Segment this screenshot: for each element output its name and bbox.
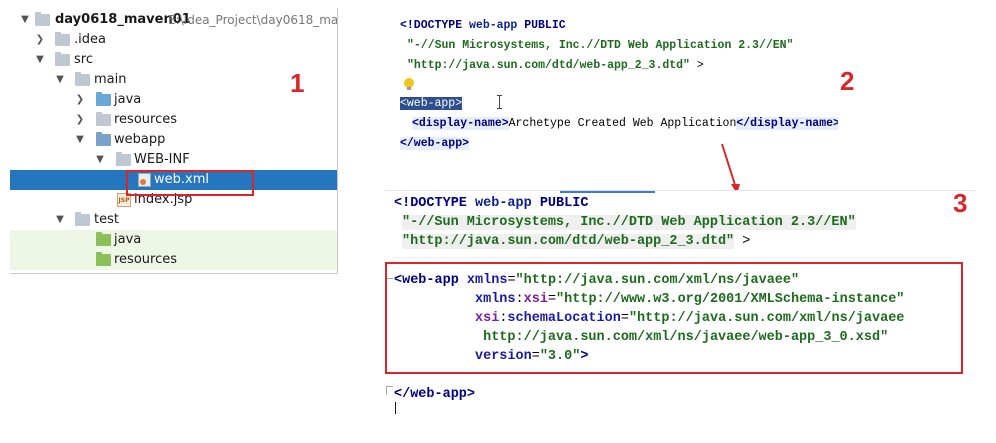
- tree-label: resources: [114, 252, 178, 267]
- chevron-down-icon[interactable]: ▼: [35, 50, 45, 70]
- chevron-right-icon[interactable]: ❯: [75, 90, 85, 110]
- tree-row-webapp[interactable]: ▼ webapp: [10, 130, 337, 150]
- tree-row-main[interactable]: ▼ main: [10, 70, 337, 90]
- step-number-3: 3: [953, 188, 968, 218]
- chevron-down-icon[interactable]: ▼: [55, 210, 65, 230]
- tree-row-web-inf[interactable]: ▼ WEB-INF: [10, 150, 337, 170]
- tab-indicator: [560, 191, 655, 193]
- step-number-1: 1: [290, 68, 305, 98]
- tree-row-java[interactable]: ❯ java: [10, 90, 337, 110]
- text-cursor-icon: [497, 95, 502, 109]
- code-line: "-//Sun Microsystems, Inc.//DTD Web Appl…: [402, 215, 856, 230]
- code-line: "http://java.sun.com/dtd/web-app_2_3.dtd…: [402, 234, 751, 249]
- code-line: "http://java.sun.com/dtd/web-app_2_3.dtd…: [407, 59, 704, 72]
- editor-before[interactable]: <!DOCTYPE web-app PUBLIC "-//Sun Microsy…: [387, 8, 838, 166]
- tree-label: main: [94, 72, 127, 87]
- chevron-down-icon[interactable]: ▼: [95, 150, 105, 170]
- project-tree: ▼ day0618_maven01 E:\Idea_Project\day061…: [10, 8, 338, 274]
- code-line: <!DOCTYPE web-app PUBLIC: [400, 19, 566, 32]
- tree-label: src: [74, 52, 93, 67]
- resources-folder-icon: [96, 112, 111, 126]
- web-folder-icon: [96, 132, 111, 146]
- step-number-2: 2: [840, 66, 855, 96]
- test-resources-folder-icon: [96, 252, 111, 266]
- lightbulb-icon[interactable]: [404, 78, 414, 90]
- tree-label: .idea: [74, 32, 106, 47]
- tree-label: test: [94, 212, 119, 227]
- code-line: </web-app>: [394, 387, 476, 402]
- chevron-right-icon[interactable]: ❯: [35, 30, 45, 50]
- chevron-down-icon[interactable]: ▼: [75, 130, 85, 150]
- tree-row-src[interactable]: ▼ src: [10, 50, 337, 70]
- tree-label: resources: [114, 112, 178, 127]
- tree-row-test-resources[interactable]: resources: [10, 250, 337, 270]
- arrow-icon: [721, 143, 740, 194]
- folder-icon: [116, 152, 131, 166]
- folder-icon: [55, 52, 70, 66]
- tree-row-test[interactable]: ▼ test: [10, 210, 337, 230]
- tree-row-test-java[interactable]: java: [10, 230, 337, 250]
- module-folder-icon: [35, 12, 50, 26]
- tree-row-resources[interactable]: ❯ resources: [10, 110, 337, 130]
- code-line: </web-app>: [400, 137, 470, 150]
- chevron-down-icon[interactable]: ▼: [20, 10, 30, 30]
- test-source-folder-icon: [96, 232, 111, 246]
- tree-label: java: [114, 232, 142, 247]
- fold-marker-icon[interactable]: [386, 386, 393, 395]
- tree-row-idea[interactable]: ❯ .idea: [10, 30, 337, 50]
- tree-label: java: [114, 92, 142, 107]
- folder-icon: [75, 72, 90, 86]
- code-line: <display-name>Archetype Created Web Appl…: [412, 117, 838, 130]
- highlight-box-web-xml: [126, 170, 254, 196]
- tree-row-project[interactable]: ▼ day0618_maven01 E:\Idea_Project\day061…: [10, 10, 337, 30]
- folder-icon: [55, 32, 70, 46]
- tree-label: WEB-INF: [134, 152, 190, 167]
- chevron-down-icon[interactable]: ▼: [55, 70, 65, 90]
- code-line: <!DOCTYPE web-app PUBLIC: [394, 196, 589, 211]
- highlight-box-webapp-element: [385, 262, 963, 374]
- code-line: <web-app>: [400, 97, 463, 110]
- text-cursor-icon: [395, 402, 396, 414]
- source-folder-icon: [96, 92, 111, 106]
- code-line: "-//Sun Microsystems, Inc.//DTD Web Appl…: [407, 39, 794, 52]
- folder-icon: [75, 212, 90, 226]
- tree-label: webapp: [114, 132, 166, 147]
- chevron-right-icon[interactable]: ❯: [75, 110, 85, 130]
- project-path: E:\Idea_Project\day0618_mav: [168, 13, 338, 27]
